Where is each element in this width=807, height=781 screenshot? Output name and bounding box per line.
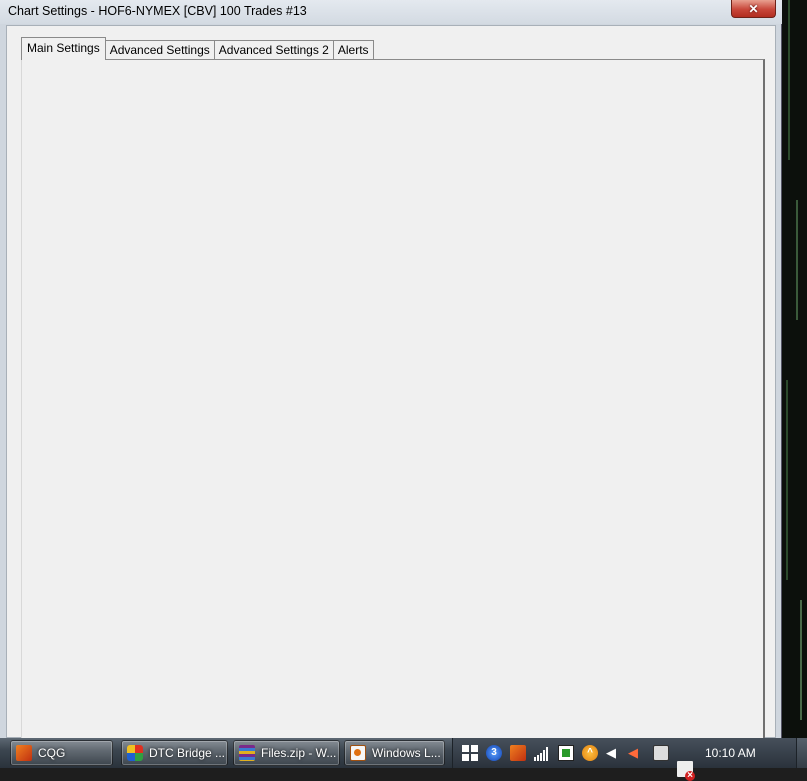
tab-main-settings[interactable]: Main Settings <box>21 37 106 60</box>
close-icon: ✕ <box>748 1 759 16</box>
taskbar-button-label: CQG <box>38 746 66 760</box>
desktop-background <box>782 0 807 738</box>
tab-advanced-settings-2[interactable]: Advanced Settings 2 <box>213 40 334 60</box>
taskbar-button-label: Windows L... <box>372 746 441 760</box>
signal-bars-icon[interactable] <box>534 745 550 761</box>
action-center-icon[interactable] <box>677 761 695 781</box>
close-button[interactable]: ✕ <box>731 0 776 18</box>
main-settings-panel <box>21 59 765 749</box>
cqg-icon <box>16 745 32 761</box>
cqg-tray-icon[interactable] <box>510 745 526 761</box>
title-bar[interactable]: Chart Settings - HOF6-NYMEX [CBV] 100 Tr… <box>0 0 782 24</box>
chart-settings-window: Chart Settings - HOF6-NYMEX [CBV] 100 Tr… <box>0 0 782 749</box>
clock[interactable]: 10:10 AM <box>705 738 756 768</box>
tab-advanced-settings[interactable]: Advanced Settings <box>104 40 215 60</box>
window-title: Chart Settings - HOF6-NYMEX [CBV] 100 Tr… <box>8 4 307 18</box>
power-plug-icon[interactable] <box>653 745 669 761</box>
taskbar-button-label: Files.zip - W... <box>261 746 337 760</box>
tab-alerts[interactable]: Alerts <box>332 40 374 60</box>
network-board-icon[interactable] <box>558 745 574 761</box>
taskbar-button-windows-live[interactable]: Windows L... <box>344 740 445 766</box>
update-arrow-icon[interactable]: ^ <box>582 745 598 761</box>
speaker-icon[interactable]: ◀ <box>606 745 622 761</box>
volume-icon[interactable]: ◀ <box>628 745 644 761</box>
show-desktop-button[interactable] <box>796 738 807 768</box>
taskbar: CQG DTC Bridge ... Files.zip - W... Wind… <box>0 738 807 781</box>
number-badge-icon[interactable]: 3 <box>486 745 502 761</box>
dialog-client-area: Main Settings Advanced Settings Advanced… <box>6 25 776 749</box>
taskbar-button-cqg[interactable]: CQG <box>10 740 113 766</box>
windows-live-icon <box>350 745 366 761</box>
dtc-bridge-icon <box>127 745 143 761</box>
tab-strip: Main Settings Advanced Settings Advanced… <box>21 36 374 60</box>
taskbar-button-dtc-bridge[interactable]: DTC Bridge ... <box>121 740 228 766</box>
taskbar-button-label: DTC Bridge ... <box>149 746 226 760</box>
windows-flag-icon[interactable] <box>462 745 478 761</box>
taskbar-button-files-zip[interactable]: Files.zip - W... <box>233 740 340 766</box>
winrar-icon <box>239 745 255 761</box>
